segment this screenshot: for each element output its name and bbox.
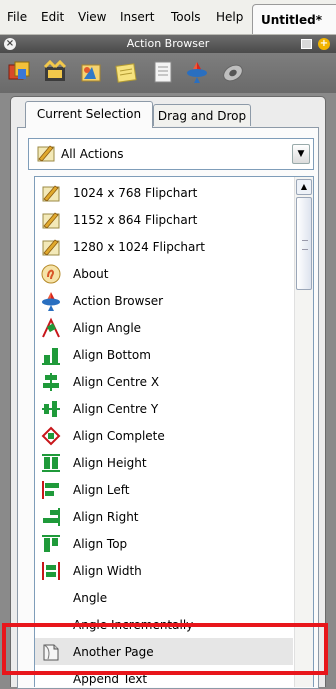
align-right-icon bbox=[43, 508, 60, 526]
align-angle-icon bbox=[42, 317, 60, 338]
menu-bar: File Edit View Insert Tools Help Untitle… bbox=[0, 0, 336, 35]
action-browser-icon bbox=[42, 292, 60, 311]
list-item-label: About bbox=[73, 267, 109, 281]
menu-insert[interactable]: Insert bbox=[120, 10, 154, 24]
list-item-label: Angle bbox=[73, 591, 108, 605]
actions-icon bbox=[37, 145, 55, 162]
flipchart-icon bbox=[42, 239, 60, 256]
list-item-label: Align Centre Y bbox=[73, 402, 159, 416]
list-item-label: Align Bottom bbox=[73, 348, 151, 362]
list-item[interactable]: Align Angle bbox=[35, 314, 293, 341]
scrollbar-thumb[interactable] bbox=[296, 197, 312, 290]
align-bottom-icon bbox=[42, 348, 60, 365]
notes-icon[interactable] bbox=[114, 59, 140, 85]
properties-icon[interactable] bbox=[150, 59, 176, 85]
panel-title-bar: × Action Browser + bbox=[0, 35, 336, 53]
flipchart-icon bbox=[42, 185, 60, 202]
about-icon bbox=[41, 264, 61, 284]
list-item-label: Align Complete bbox=[73, 429, 165, 443]
menu-view[interactable]: View bbox=[78, 10, 106, 24]
action-browser-icon[interactable] bbox=[184, 59, 210, 85]
list-item[interactable]: Align Width bbox=[35, 557, 293, 584]
highlight-box bbox=[2, 623, 328, 675]
pin-icon[interactable] bbox=[301, 39, 312, 49]
list-item[interactable]: Align Top bbox=[35, 530, 293, 557]
align-left-icon bbox=[42, 481, 59, 499]
list-item[interactable]: Angle bbox=[35, 584, 293, 611]
list-item-label: Align Height bbox=[73, 456, 147, 470]
add-ins-icon[interactable] bbox=[220, 59, 246, 85]
action-list[interactable]: 1024 x 768 Flipchart 1152 x 864 Flipchar… bbox=[34, 176, 314, 687]
chevron-down-icon[interactable]: ▼ bbox=[292, 144, 310, 164]
list-item-label: Align Top bbox=[73, 537, 128, 551]
panel-title: Action Browser bbox=[126, 37, 210, 50]
align-complete-icon bbox=[41, 426, 61, 446]
grip-icon bbox=[302, 240, 308, 250]
chevron-up-icon[interactable]: ▲ bbox=[296, 179, 312, 195]
list-item[interactable]: Align Left bbox=[35, 476, 293, 503]
list-item-label: Action Browser bbox=[73, 294, 164, 308]
list-item[interactable]: 1024 x 768 Flipchart bbox=[35, 179, 293, 206]
animation-icon[interactable] bbox=[42, 59, 68, 85]
shapes-icon[interactable] bbox=[78, 59, 104, 85]
list-item-label: Align Left bbox=[73, 483, 130, 497]
document-tab[interactable]: Untitled* bbox=[252, 4, 336, 34]
list-item-label: Align Width bbox=[73, 564, 142, 578]
list-item[interactable]: Align Centre Y bbox=[35, 395, 293, 422]
list-item[interactable]: Align Right bbox=[35, 503, 293, 530]
tab-current-selection[interactable]: Current Selection bbox=[25, 101, 153, 128]
list-item[interactable]: Align Centre X bbox=[35, 368, 293, 395]
list-item[interactable]: Align Complete bbox=[35, 422, 293, 449]
browser-toolbar bbox=[0, 53, 336, 93]
menu-edit[interactable]: Edit bbox=[41, 10, 64, 24]
list-item-label: Align Right bbox=[73, 510, 139, 524]
list-item[interactable]: Align Height bbox=[35, 449, 293, 476]
list-item-label: Align Angle bbox=[73, 321, 142, 335]
action-filter-dropdown[interactable]: All Actions ▼ bbox=[28, 138, 314, 170]
align-centre-x-icon bbox=[43, 373, 59, 391]
tab-drag-and-drop[interactable]: Drag and Drop bbox=[153, 104, 251, 126]
align-top-icon bbox=[42, 535, 60, 552]
list-item[interactable]: 1152 x 864 Flipchart bbox=[35, 206, 293, 233]
list-item-label: 1024 x 768 Flipchart bbox=[73, 186, 198, 200]
list-item-label: 1280 x 1024 Flipchart bbox=[73, 240, 206, 254]
dropdown-selected-value: All Actions bbox=[61, 147, 124, 161]
flipchart-resources-icon[interactable] bbox=[6, 59, 32, 85]
menu-tools[interactable]: Tools bbox=[171, 10, 201, 24]
list-scrollbar[interactable]: ▲ bbox=[294, 177, 313, 687]
list-item-label: Align Centre X bbox=[73, 375, 160, 389]
align-centre-y-icon bbox=[42, 401, 60, 417]
list-item-label: 1152 x 864 Flipchart bbox=[73, 213, 198, 227]
menu-help[interactable]: Help bbox=[216, 10, 243, 24]
list-item[interactable]: Align Bottom bbox=[35, 341, 293, 368]
flipchart-icon bbox=[42, 212, 60, 229]
list-item[interactable]: About bbox=[35, 260, 293, 287]
align-height-icon bbox=[42, 454, 60, 472]
options-icon[interactable]: + bbox=[318, 38, 330, 50]
align-width-icon bbox=[42, 562, 60, 580]
list-item[interactable]: 1280 x 1024 Flipchart bbox=[35, 233, 293, 260]
menu-file[interactable]: File bbox=[7, 10, 27, 24]
list-item[interactable]: Action Browser bbox=[35, 287, 293, 314]
